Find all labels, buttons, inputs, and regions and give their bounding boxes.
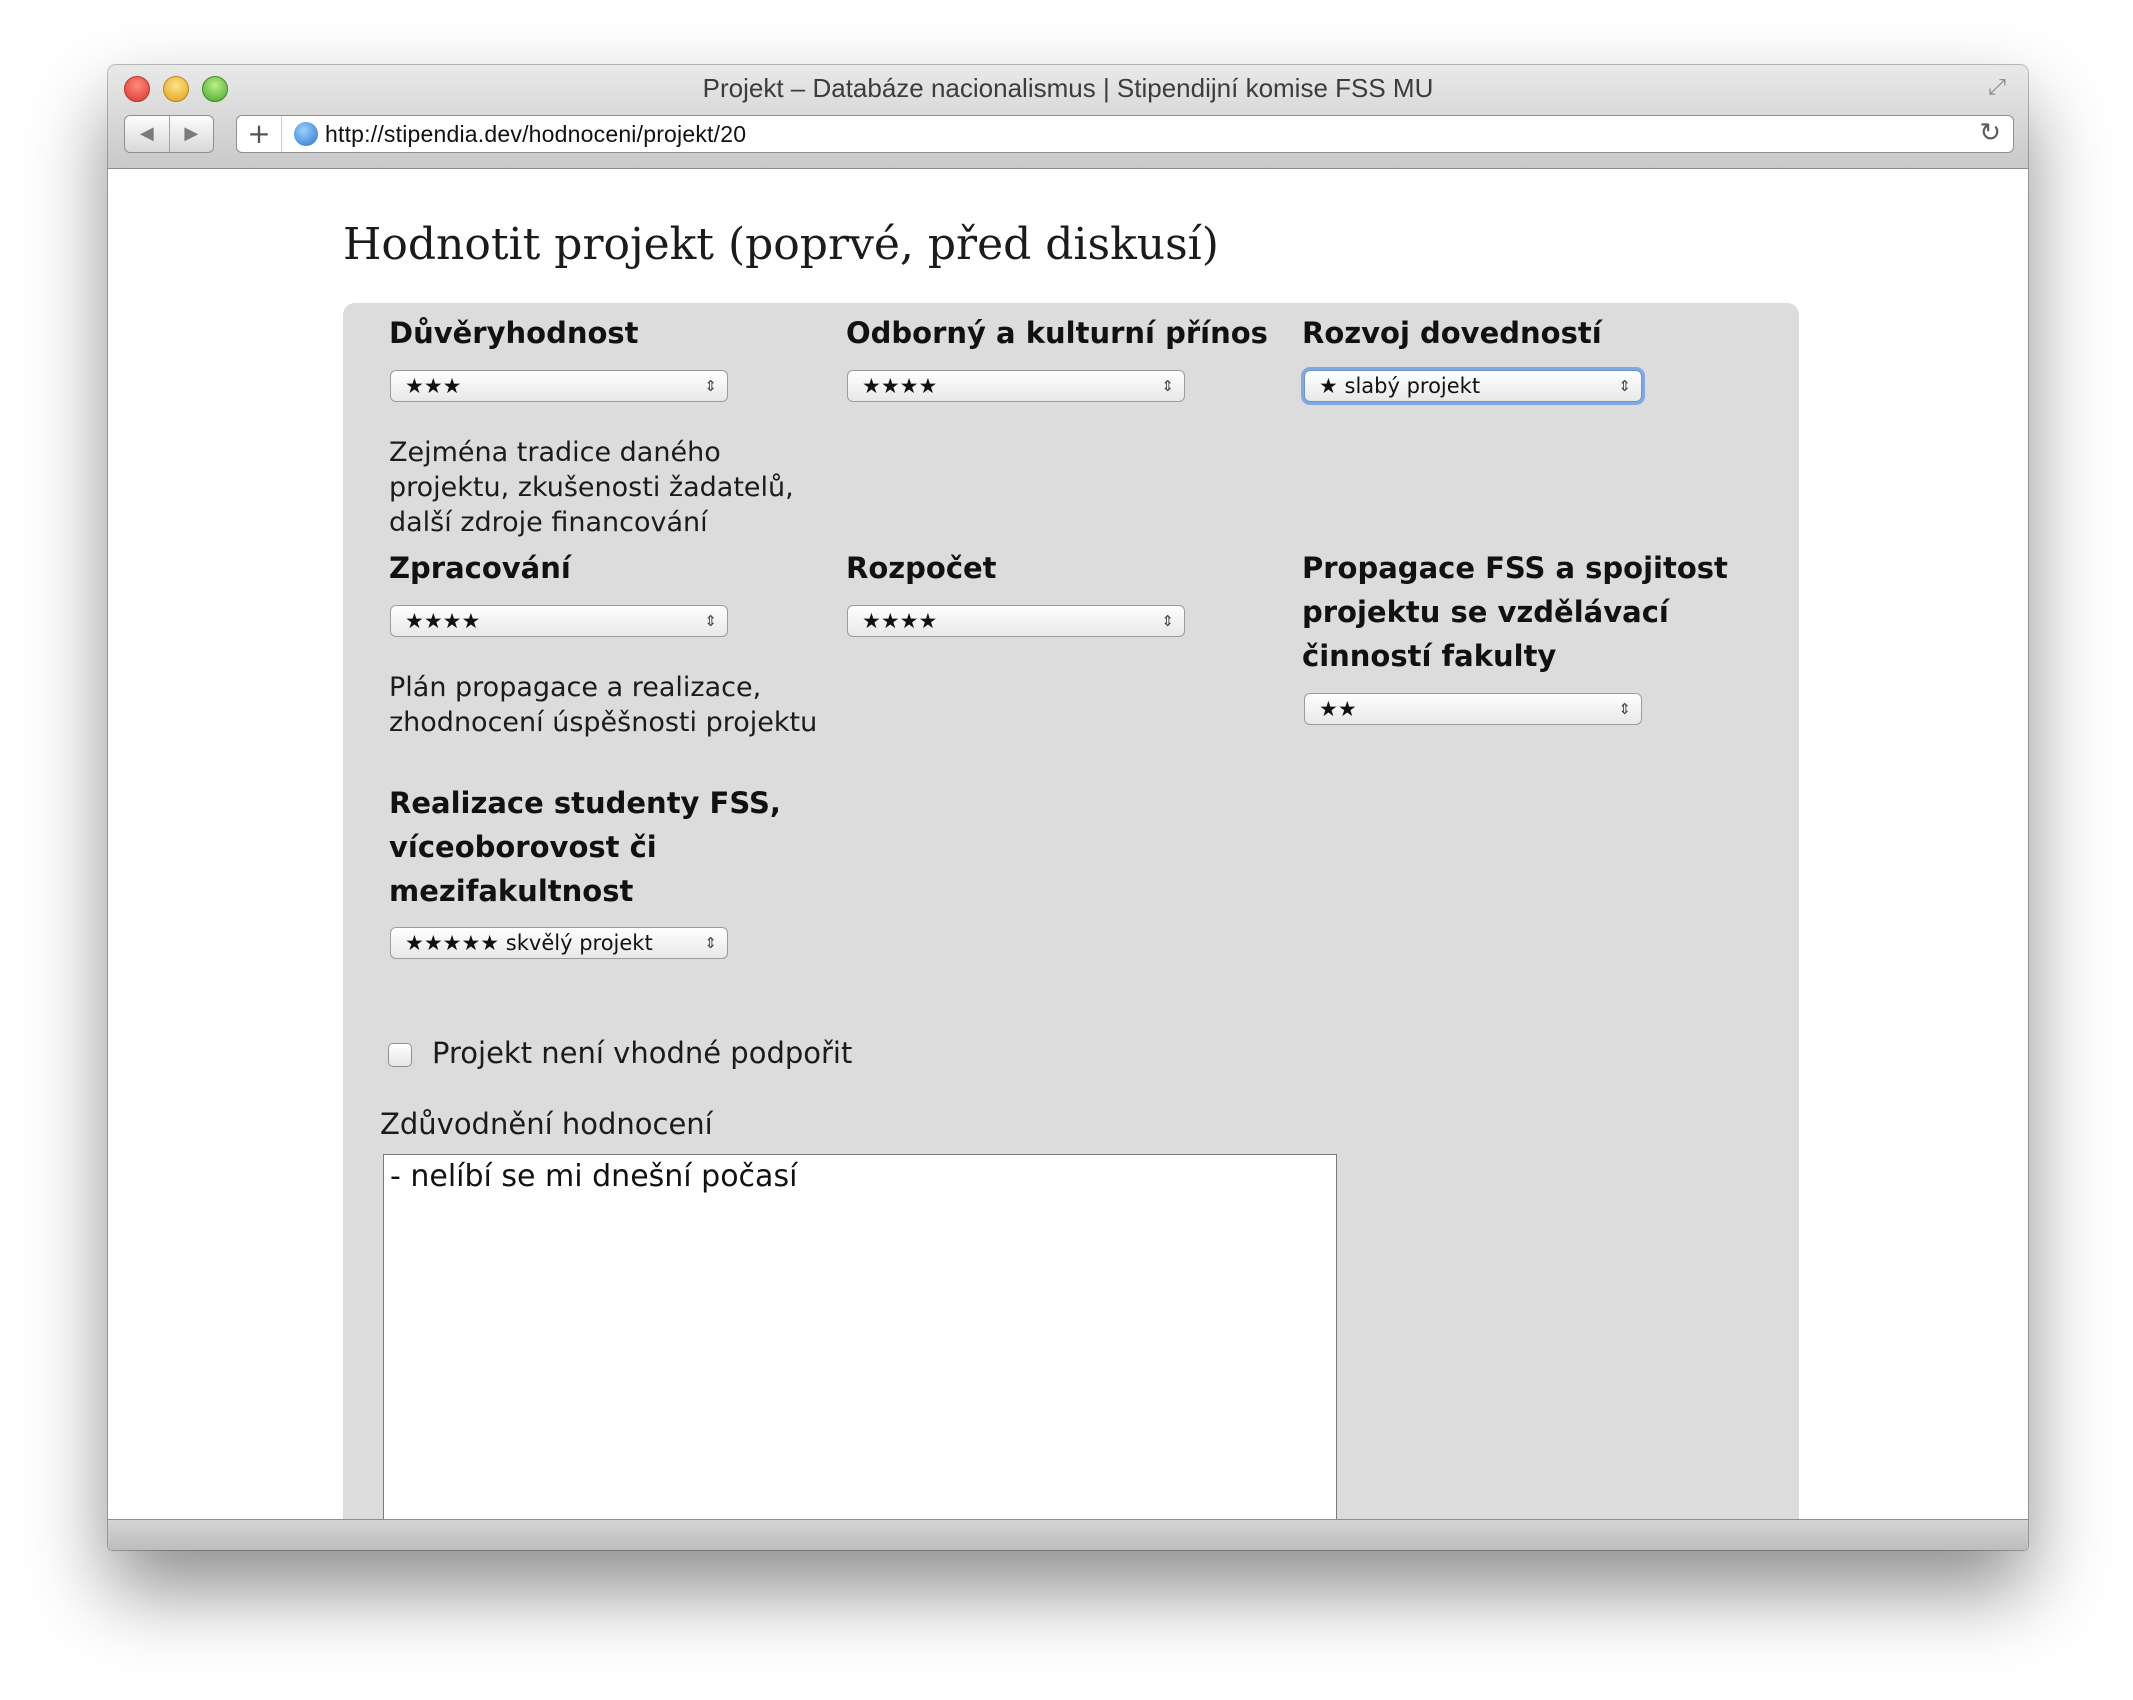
new-tab-button[interactable]: + bbox=[237, 116, 282, 152]
rating-form: Důvěryhodnost ★★★ ⇕ Zejména tradice dané… bbox=[343, 303, 1799, 1520]
justification-label: Zdůvodnění hodnocení bbox=[380, 1107, 713, 1141]
select-value: ★★★★ bbox=[405, 609, 481, 633]
rating-select-realizace-studenty[interactable]: ★★★★★ skvělý projekt ⇕ bbox=[390, 927, 728, 959]
rating-select-zpracovani[interactable]: ★★★★ ⇕ bbox=[390, 605, 728, 637]
rating-select-rozpocet[interactable]: ★★★★ ⇕ bbox=[847, 605, 1185, 637]
justification-textarea[interactable]: - nelíbí se mi dnešní počasí bbox=[383, 1154, 1337, 1520]
fullscreen-icon[interactable]: ⤢ bbox=[1984, 75, 2010, 101]
address-bar[interactable]: + http://stipendia.dev/hodnoceni/projekt… bbox=[236, 115, 2014, 153]
globe-icon bbox=[294, 122, 318, 146]
select-value: ★ slabý projekt bbox=[1319, 374, 1481, 398]
select-value: ★★★★★ skvělý projekt bbox=[405, 931, 653, 955]
history-navigation: ◀ ▶ bbox=[124, 115, 214, 153]
criterion-label-odborny-prinos: Odborný a kulturní přínos bbox=[846, 316, 1268, 350]
select-value: ★★★★ bbox=[862, 374, 938, 398]
select-arrows-icon: ⇕ bbox=[1161, 612, 1174, 630]
criterion-label-rozpocet: Rozpočet bbox=[846, 551, 997, 585]
rating-select-duveryhodnost[interactable]: ★★★ ⇕ bbox=[390, 370, 728, 402]
criterion-label-rozvoj-dovednosti: Rozvoj dovedností bbox=[1302, 316, 1602, 350]
criterion-label-zpracovani: Zpracování bbox=[389, 551, 571, 585]
browser-window: Projekt – Databáze nacionalismus | Stipe… bbox=[108, 65, 2028, 1550]
page-content: Hodnotit projekt (poprvé, před diskusí) … bbox=[108, 169, 2028, 1520]
back-button[interactable]: ◀ bbox=[125, 116, 170, 152]
status-bar bbox=[108, 1519, 2028, 1550]
select-value: ★★★★ bbox=[862, 609, 938, 633]
select-arrows-icon: ⇕ bbox=[1161, 377, 1174, 395]
select-arrows-icon: ⇕ bbox=[704, 377, 717, 395]
page-title: Hodnotit projekt (poprvé, před diskusí) bbox=[343, 219, 1219, 270]
criterion-label-duveryhodnost: Důvěryhodnost bbox=[389, 316, 639, 350]
select-value: ★★★ bbox=[405, 374, 462, 398]
forward-button[interactable]: ▶ bbox=[170, 116, 214, 152]
rating-select-propagace-fss[interactable]: ★★ ⇕ bbox=[1304, 693, 1642, 725]
url-text[interactable]: http://stipendia.dev/hodnoceni/projekt/2… bbox=[325, 121, 746, 148]
rating-select-odborny-prinos[interactable]: ★★★★ ⇕ bbox=[847, 370, 1185, 402]
window-title: Projekt – Databáze nacionalismus | Stipe… bbox=[702, 73, 1434, 103]
criterion-label-propagace-fss: Propagace FSS a spojitost projektu se vz… bbox=[1302, 551, 1728, 673]
not-suitable-label[interactable]: Projekt není vhodné podpořit bbox=[432, 1036, 852, 1070]
reload-icon[interactable]: ↻ bbox=[1979, 118, 2001, 148]
criterion-label-realizace-studenty: Realizace studenty FSS, víceoborovost či… bbox=[389, 786, 781, 908]
rating-select-rozvoj-dovednosti[interactable]: ★ slabý projekt ⇕ bbox=[1304, 370, 1642, 402]
select-value: ★★ bbox=[1319, 697, 1357, 721]
select-arrows-icon: ⇕ bbox=[1618, 700, 1631, 718]
select-arrows-icon: ⇕ bbox=[704, 934, 717, 952]
not-suitable-checkbox[interactable] bbox=[388, 1043, 412, 1067]
criterion-hint-zpracovani: Plán propagace a realizace, zhodnocení ú… bbox=[389, 672, 818, 738]
browser-toolbar: Projekt – Databáze nacionalismus | Stipe… bbox=[108, 65, 2028, 169]
select-arrows-icon: ⇕ bbox=[1618, 377, 1631, 395]
select-arrows-icon: ⇕ bbox=[704, 612, 717, 630]
criterion-hint-duveryhodnost: Zejména tradice daného projektu, zkušeno… bbox=[389, 437, 794, 538]
